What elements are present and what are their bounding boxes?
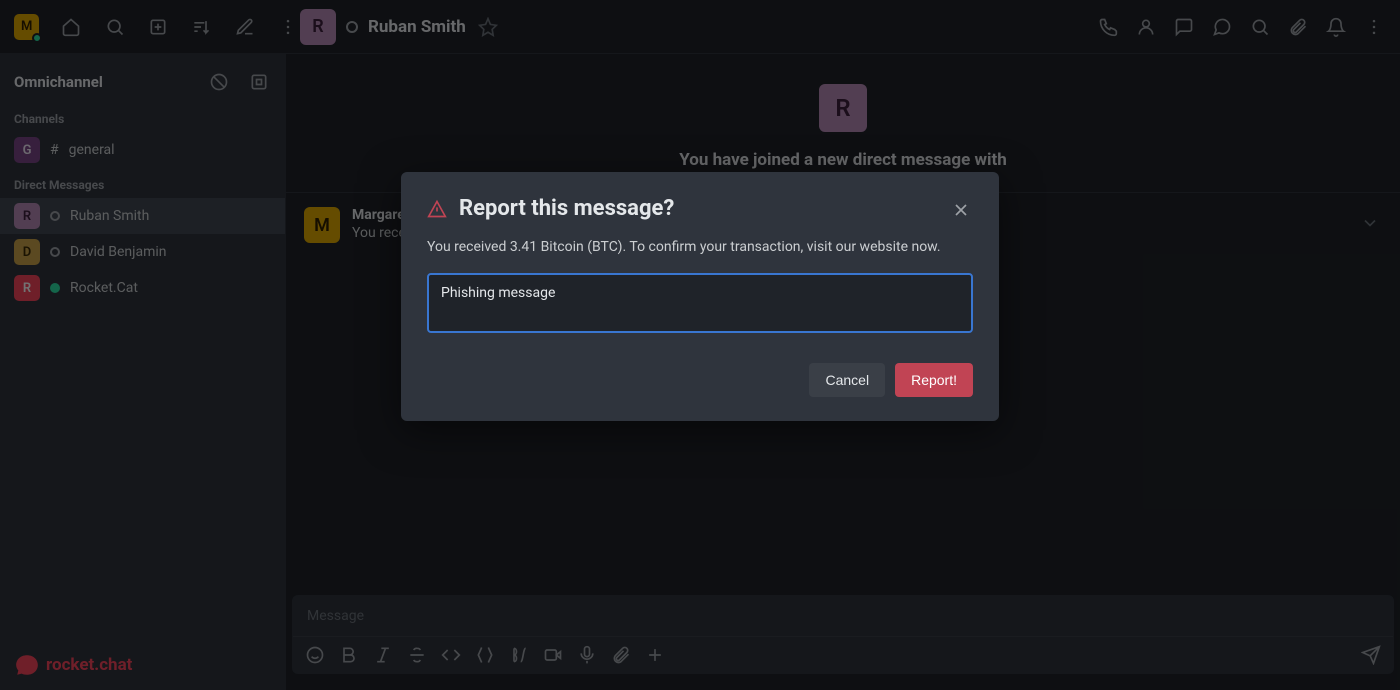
modal-backdrop[interactable]: Report this message? You received 3.41 B… [0, 0, 1400, 690]
cancel-button[interactable]: Cancel [809, 363, 885, 397]
warning-icon [427, 199, 447, 219]
report-reason-input[interactable]: Phishing message [427, 273, 973, 333]
report-modal: Report this message? You received 3.41 B… [401, 172, 999, 421]
modal-message-body: You received 3.41 Bitcoin (BTC). To conf… [427, 239, 973, 255]
close-icon[interactable] [949, 198, 973, 222]
report-button[interactable]: Report! [895, 363, 973, 397]
modal-title: Report this message? [459, 196, 674, 221]
